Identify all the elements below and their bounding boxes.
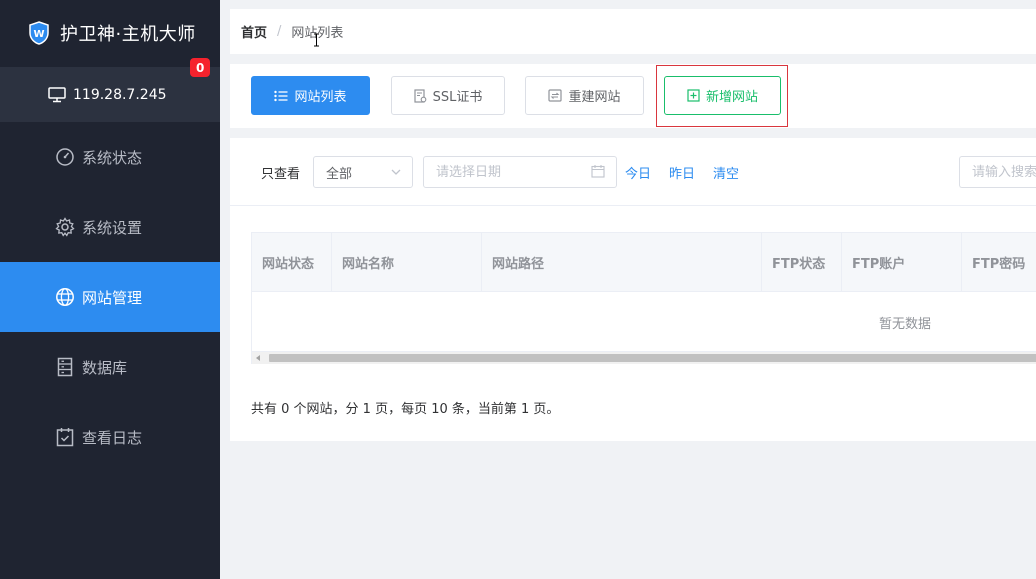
site-list-button[interactable]: 网站列表 <box>251 76 370 115</box>
plus-square-icon <box>687 89 700 102</box>
calendar-icon <box>591 165 605 178</box>
sidebar-item-label: 网站管理 <box>82 288 143 307</box>
column-header: 网站路径 <box>482 233 762 291</box>
sidebar: W 护卫神·主机大师 119.28.7.245 0 系统状态 系统设置 网站管理… <box>0 0 220 579</box>
yesterday-link[interactable]: 昨日 <box>669 163 695 182</box>
search-input[interactable] <box>959 156 1036 188</box>
column-header: FTP密码 <box>972 256 1026 272</box>
ssl-certificate-label: SSL证书 <box>432 90 483 105</box>
status-select-value: 全部 <box>326 166 353 182</box>
sidebar-item-site-management[interactable]: 网站管理 <box>0 262 220 332</box>
server-ip: 119.28.7.245 <box>73 86 167 103</box>
site-list-card: 只查看 全部 今日 昨日 清空 网站状态 网站名称 网站路径 FTP状态 FTP… <box>230 138 1036 441</box>
toolbar: 网站列表 SSL证书 重建网站 新增网站 <box>230 64 1036 128</box>
shield-logo-icon: W <box>29 21 49 45</box>
filter-label: 只查看 <box>261 167 301 182</box>
dashboard-icon <box>55 147 75 167</box>
table-body: 暂无数据 <box>251 292 1036 352</box>
sidebar-item-label: 查看日志 <box>82 428 143 447</box>
sidebar-item-label: 系统设置 <box>82 218 143 237</box>
text-cursor-icon <box>314 33 319 47</box>
sidebar-item-view-logs[interactable]: 查看日志 <box>0 402 220 472</box>
today-link[interactable]: 今日 <box>625 163 651 182</box>
site-table: 网站状态 网站名称 网站路径 FTP状态 FTP账户 FTP密码 暂无数据 <box>251 232 1036 364</box>
gear-icon <box>55 217 75 237</box>
status-select[interactable]: 全部 <box>313 156 413 188</box>
site-list-label: 网站列表 <box>294 90 347 105</box>
breadcrumb-home[interactable]: 首页 <box>241 22 267 41</box>
server-selector[interactable]: 119.28.7.245 <box>0 67 220 122</box>
sidebar-item-label: 数据库 <box>82 358 128 377</box>
add-site-label: 新增网站 <box>705 90 758 105</box>
chevron-down-icon <box>391 169 401 175</box>
database-icon <box>55 357 75 377</box>
scroll-thumb[interactable] <box>269 354 1036 362</box>
list-icon <box>274 90 288 101</box>
certificate-icon <box>414 88 426 103</box>
column-header: 网站名称 <box>332 233 482 291</box>
date-picker-input[interactable] <box>423 156 617 188</box>
log-icon <box>55 427 75 447</box>
svg-text:W: W <box>33 29 44 40</box>
sidebar-item-system-settings[interactable]: 系统设置 <box>0 192 220 262</box>
add-site-button[interactable]: 新增网站 <box>664 76 781 115</box>
column-header: FTP账户 <box>842 233 962 291</box>
notification-badge[interactable]: 0 <box>190 58 211 77</box>
empty-state: 暂无数据 <box>879 317 932 332</box>
scroll-left-icon[interactable] <box>256 355 260 361</box>
monitor-icon <box>48 86 66 102</box>
ssl-certificate-button[interactable]: SSL证书 <box>391 76 505 115</box>
pagination-info: 共有 0 个网站，分 1 页，每页 10 条，当前第 1 页。 <box>251 402 560 417</box>
sidebar-item-system-status[interactable]: 系统状态 <box>0 122 220 192</box>
sidebar-item-label: 系统状态 <box>82 148 143 167</box>
rebuild-site-label: 重建网站 <box>568 90 621 105</box>
app-title: 护卫神·主机大师 <box>60 24 196 45</box>
column-header: 网站状态 <box>252 233 332 291</box>
filter-bar: 只查看 全部 今日 昨日 清空 <box>230 138 1036 206</box>
breadcrumb-separator: / <box>277 24 282 39</box>
globe-icon <box>55 287 75 307</box>
brand: W 护卫神·主机大师 <box>0 0 220 66</box>
breadcrumb: 首页 / 网站列表 <box>230 9 1036 54</box>
sidebar-item-database[interactable]: 数据库 <box>0 332 220 402</box>
clear-link[interactable]: 清空 <box>713 163 739 182</box>
rebuild-site-button[interactable]: 重建网站 <box>525 76 644 115</box>
column-header: FTP状态 <box>762 233 842 291</box>
horizontal-scrollbar[interactable] <box>251 352 1036 364</box>
table-header: 网站状态 网站名称 网站路径 FTP状态 FTP账户 FTP密码 <box>251 232 1036 292</box>
refresh-icon <box>548 89 563 102</box>
sidebar-nav: 系统状态 系统设置 网站管理 数据库 查看日志 <box>0 122 220 472</box>
